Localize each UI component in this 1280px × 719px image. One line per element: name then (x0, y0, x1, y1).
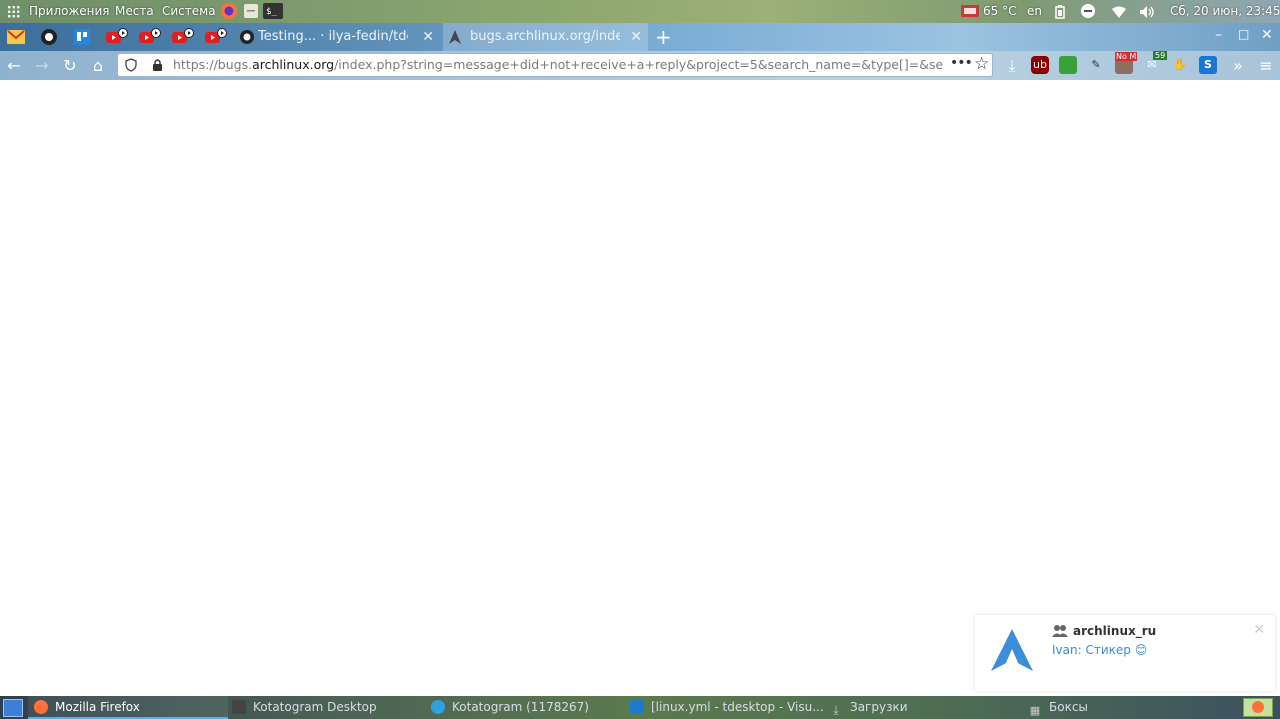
cpu-temp-icon (960, 3, 980, 19)
taskbar-item-label: Боксы (1049, 700, 1088, 714)
page-content (0, 80, 1280, 696)
reload-icon[interactable]: ↻ (59, 55, 81, 77)
maximize-icon[interactable]: □ (1238, 27, 1249, 41)
boxes-icon: ▦ (1029, 704, 1041, 717)
pinned-tab-trello[interactable] (71, 27, 93, 47)
vscode-icon (630, 700, 644, 714)
lock-icon[interactable] (152, 58, 163, 72)
url-domain: archlinux.org (252, 57, 335, 72)
extension-mail-checker-icon[interactable]: No M (1115, 52, 1138, 74)
new-tab-icon[interactable]: + (655, 25, 672, 49)
close-window-icon[interactable]: ✕ (1261, 27, 1273, 43)
notification-message: Ivan: Стикер 😊 (1052, 643, 1148, 657)
github-icon (240, 30, 254, 44)
workspace-switcher[interactable] (1243, 698, 1273, 717)
download-icon: ⤓ (833, 703, 839, 717)
youtube-icon (139, 28, 161, 43)
trello-icon (74, 29, 90, 45)
keyboard-layout[interactable]: en (1027, 0, 1042, 23)
extension-feather-icon[interactable]: ✎ (1087, 56, 1105, 74)
tracking-shield-icon[interactable] (125, 58, 137, 72)
battery-icon[interactable] (1055, 4, 1065, 19)
tab-bar: Testing... · ilya-fedin/tdesk ✕ bugs.arc… (0, 23, 1280, 51)
extension-s-icon[interactable]: S (1199, 56, 1217, 74)
extension-mail-icon[interactable]: ✉ 59 (1143, 51, 1168, 74)
back-icon[interactable]: ← (3, 55, 25, 77)
menu-system[interactable]: Система (162, 0, 216, 23)
taskbar-item-label: Загрузки (850, 700, 908, 714)
mail-count-badge: 59 (1153, 51, 1168, 60)
close-icon[interactable]: ✕ (1253, 622, 1265, 638)
minimize-icon[interactable]: – (1215, 27, 1222, 43)
svg-text:$_: $_ (266, 7, 277, 17)
url-path: /index.php?string=message+did+not+receiv… (334, 57, 943, 72)
updates-icon[interactable] (1080, 3, 1096, 19)
home-icon[interactable]: ⌂ (87, 55, 109, 77)
show-desktop-icon[interactable] (3, 699, 23, 717)
top-panel: Приложения Места Система $_ 65 °C en Сб,… (0, 0, 1280, 23)
notification-chat-name: archlinux_ru (1073, 624, 1157, 638)
terminal-launcher-icon[interactable]: $_ (263, 3, 283, 19)
hamburger-menu-icon[interactable]: ≡ (1255, 55, 1277, 77)
overflow-menu-icon[interactable]: » (1227, 55, 1249, 77)
extension-green-icon[interactable] (1059, 56, 1077, 74)
tab-title: bugs.archlinux.org/index.p (470, 29, 620, 44)
taskbar-item-label: Mozilla Firefox (55, 700, 140, 714)
close-tab-icon[interactable]: ✕ (422, 23, 434, 51)
pinned-tab-youtube-2[interactable] (139, 27, 161, 47)
clock[interactable]: Сб, 20 июн, 23:45 (1170, 0, 1280, 23)
gmail-icon (7, 30, 25, 44)
tab-title: Testing... · ilya-fedin/tdesk (258, 29, 408, 44)
youtube-icon (205, 28, 227, 43)
pinned-tab-github[interactable] (38, 27, 60, 47)
taskbar-item-kotatogram[interactable]: Kotatogram (1178267) (431, 696, 626, 719)
folder-icon (232, 700, 246, 714)
tab-testing[interactable]: Testing... · ilya-fedin/tdesk ✕ (236, 23, 440, 51)
youtube-icon (106, 28, 128, 43)
firefox-icon (34, 700, 48, 714)
downloads-icon[interactable]: ⤓ (1001, 55, 1023, 77)
pinned-tab-gmail[interactable] (5, 27, 27, 47)
nomail-badge: No M (1115, 52, 1138, 61)
pinned-tab-youtube-3[interactable] (172, 27, 194, 47)
archlinux-logo (991, 629, 1033, 671)
forward-icon[interactable]: → (31, 55, 53, 77)
page-actions-icon[interactable]: ••• (950, 55, 973, 71)
taskbar-item-boxes[interactable]: ▦ Боксы (1028, 696, 1223, 719)
pinned-tab-youtube-4[interactable] (205, 27, 227, 47)
url-text[interactable]: https://bugs.archlinux.org/index.php?str… (173, 54, 943, 76)
archlinux-icon (449, 30, 461, 44)
ublock-icon[interactable]: ub (1031, 56, 1049, 74)
url-prefix: https://bugs. (173, 57, 253, 72)
url-bar[interactable]: https://bugs.archlinux.org/index.php?str… (117, 53, 993, 77)
github-icon (41, 29, 57, 45)
menu-places[interactable]: Места (115, 0, 154, 23)
taskbar-item-vscode[interactable]: [linux.yml - tdesktop - Visu... (630, 696, 825, 719)
text-editor-launcher-icon[interactable] (243, 3, 259, 19)
taskbar-item-firefox[interactable]: Mozilla Firefox (28, 696, 228, 719)
taskbar-item-label: Kotatogram (1178267) (452, 700, 589, 714)
pinned-tab-youtube-1[interactable] (106, 27, 128, 47)
close-tab-icon[interactable]: ✕ (630, 23, 642, 51)
wifi-icon[interactable] (1111, 4, 1127, 18)
apps-grid-icon[interactable] (7, 5, 20, 18)
taskbar-item-label: Kotatogram Desktop (253, 700, 377, 714)
taskbar-item-downloads[interactable]: ⤓ Загрузки (829, 696, 1024, 719)
taskbar-item-label: [linux.yml - tdesktop - Visu... (651, 700, 824, 714)
youtube-icon (172, 28, 194, 43)
tab-bugs-archlinux[interactable]: bugs.archlinux.org/index.p ✕ (443, 23, 648, 51)
temperature-readout: 65 °C (983, 4, 1017, 18)
firefox-launcher-icon[interactable] (220, 2, 238, 20)
volume-icon[interactable] (1139, 4, 1155, 18)
telegram-icon (431, 700, 445, 714)
navigation-bar: ← → ↻ ⌂ https://bugs.archlinux.org/index… (0, 51, 1280, 81)
bookmark-star-icon[interactable]: ☆ (974, 54, 989, 74)
notification-popup[interactable]: archlinux_ru Ivan: Стикер 😊 ✕ (975, 615, 1275, 691)
taskbar: Mozilla Firefox Kotatogram Desktop Kotat… (0, 696, 1280, 719)
taskbar-item-kotatogram-desktop[interactable]: Kotatogram Desktop (232, 696, 427, 719)
menu-applications[interactable]: Приложения (29, 0, 110, 23)
extension-ghost-icon[interactable]: ✋ (1171, 56, 1189, 74)
group-chat-icon (1052, 625, 1068, 637)
firefox-icon (1252, 701, 1264, 713)
